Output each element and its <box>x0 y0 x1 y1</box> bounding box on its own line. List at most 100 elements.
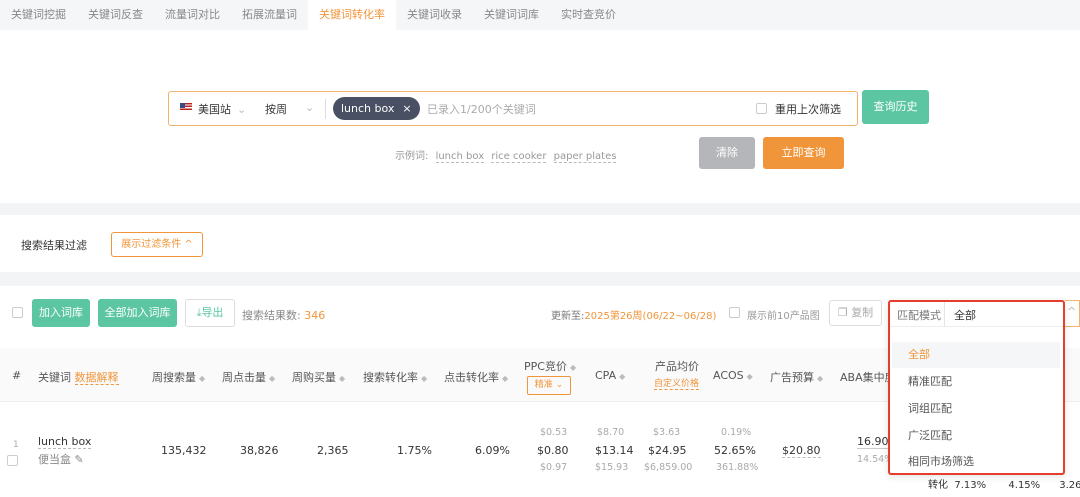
examples-label: 示例词: <box>395 151 429 162</box>
ppc-mode-select[interactable]: 精准 ⌄ <box>527 376 571 395</box>
data-explain-link[interactable]: 数据解释 <box>74 371 119 385</box>
acos-high: 361.88% <box>716 462 759 473</box>
edit-icon[interactable]: ✎ <box>75 453 84 466</box>
match-mode-label: 匹配模式 <box>897 309 941 322</box>
match-mode-dropdown: 匹配模式 全部 全部 精准匹配 词组匹配 广泛匹配 相同市场筛选 <box>888 300 1065 475</box>
tab-expand-traffic[interactable]: 拓展流量词 <box>231 0 308 30</box>
match-mode-select[interactable]: 匹配模式 全部 <box>890 302 1063 327</box>
col-ad-budget[interactable]: 广告预算 ◆ <box>770 369 823 385</box>
cpa-mid: $13.14 <box>595 444 634 457</box>
tab-keyword-mining[interactable]: 关键词挖掘 <box>0 0 77 30</box>
search-box: 美国站 ⌄ 按周 ⌄ lunch box × 已录入1/200个关键词 重用上次筛选 <box>168 91 858 126</box>
keyword-tag: lunch box × <box>333 97 420 120</box>
col-keyword: 关键词 数据解释 <box>38 369 119 385</box>
count-value: 346 <box>304 309 326 322</box>
weekly-search-value: 135,432 <box>161 444 207 457</box>
example-word[interactable]: lunch box <box>435 151 485 163</box>
sort-icon: ◆ <box>199 374 206 383</box>
match-option-exact[interactable]: 精准匹配 <box>892 369 1060 395</box>
sort-icon: ◆ <box>569 363 577 372</box>
query-now-button[interactable]: 立即查询 <box>763 137 844 169</box>
col-weekly-buy[interactable]: 周购买量 ◆ <box>292 369 345 385</box>
export-label: 导出 <box>201 306 224 319</box>
update-label: 更新至: <box>551 311 585 322</box>
ppc-low: $0.53 <box>540 427 568 438</box>
copy-button[interactable]: ❐ 复制 <box>829 300 882 326</box>
col-cpa[interactable]: CPA ◆ <box>595 369 625 382</box>
example-word[interactable]: rice cooker <box>491 151 547 163</box>
show-filter-button[interactable]: 展示过滤条件 ^ <box>111 232 203 257</box>
conv-value: 4.15% <box>1008 480 1041 491</box>
ppc-high: $0.97 <box>540 462 568 473</box>
sort-icon: ◆ <box>502 374 509 383</box>
conv-label: 转化 <box>928 480 948 491</box>
reuse-filter-checkbox[interactable] <box>756 103 767 114</box>
col-label: 周购买量 <box>292 371 336 384</box>
show-filter-label: 展示过滤条件 <box>121 239 182 250</box>
row-checkbox[interactable] <box>7 455 18 466</box>
row-translation: 便当盒 ✎ <box>38 451 84 467</box>
col-label: ACOS <box>713 369 744 382</box>
match-option-same-market[interactable]: 相同市场筛选 <box>892 449 1060 475</box>
row-index: 1 <box>13 440 19 450</box>
weekly-click-value: 38,826 <box>240 444 279 457</box>
show-top10-checkbox[interactable] <box>729 307 740 318</box>
tab-keyword-library[interactable]: 关键词词库 <box>473 0 550 30</box>
keyword-input[interactable]: 已录入1/200个关键词 <box>427 101 536 117</box>
row-keyword[interactable]: lunch box <box>38 435 92 449</box>
conv-value: 7.13% <box>954 480 987 491</box>
custom-price-link[interactable]: 自定义价格 <box>654 376 700 390</box>
add-all-to-library-button[interactable]: 全部加入词库 <box>98 299 177 327</box>
us-flag-icon <box>180 103 192 112</box>
cpa-high: $15.93 <box>595 462 629 473</box>
col-search-cr[interactable]: 搜索转化率 ◆ <box>363 369 427 385</box>
close-icon[interactable]: × <box>402 102 411 115</box>
site-select[interactable]: 美国站 ⌄ <box>198 101 246 117</box>
match-option-broad[interactable]: 广泛匹配 <box>892 423 1060 449</box>
sort-icon: ◆ <box>619 372 626 381</box>
col-keyword-label: 关键词 <box>38 371 71 384</box>
example-word[interactable]: paper plates <box>553 151 617 163</box>
tab-keyword-index[interactable]: 关键词收录 <box>396 0 473 30</box>
conversion-row: 转化 7.13% 4.15% 3.26% <box>928 476 1080 491</box>
tab-traffic-compare[interactable]: 流量词对比 <box>154 0 231 30</box>
col-weekly-click[interactable]: 周点击量 ◆ <box>222 369 275 385</box>
search-cr-value: 1.75% <box>397 444 432 457</box>
cpa-low: $8.70 <box>597 427 625 438</box>
col-weekly-search[interactable]: 周搜索量 ◆ <box>152 369 205 385</box>
copy-label: 复制 <box>851 306 874 319</box>
acos-low: 0.19% <box>721 427 752 438</box>
sort-icon: ◆ <box>421 374 428 383</box>
chevron-up-icon: ^ <box>184 239 193 250</box>
tab-keyword-conversion[interactable]: 关键词转化率 <box>308 0 396 30</box>
col-label: 搜索转化率 <box>363 371 418 384</box>
example-words: 示例词: lunch box rice cooker paper plates <box>395 147 617 163</box>
col-click-cr[interactable]: 点击转化率 ◆ <box>444 369 508 385</box>
add-to-library-button[interactable]: 加入词库 <box>32 299 90 327</box>
tab-keyword-reverse[interactable]: 关键词反查 <box>77 0 154 30</box>
copy-icon: ❐ <box>837 306 848 319</box>
chevron-up-icon: ^ <box>1065 300 1080 327</box>
price-low: $3.63 <box>653 427 681 438</box>
match-option-all[interactable]: 全部 <box>892 342 1060 368</box>
col-label: 广告预算 <box>770 371 814 384</box>
col-label: CPA <box>595 369 617 382</box>
chevron-down-icon: ⌄ <box>237 103 247 116</box>
select-all-checkbox[interactable] <box>12 307 23 318</box>
result-count: 搜索结果数: 346 <box>242 307 325 323</box>
clear-button[interactable]: 清除 <box>699 137 755 169</box>
period-select[interactable]: 按周 ⌄ <box>265 101 323 117</box>
col-ppc[interactable]: PPC竞价 ◆ <box>524 358 576 374</box>
col-label: 周搜索量 <box>152 371 196 384</box>
query-history-button[interactable]: 查询历史 <box>862 90 929 124</box>
site-value: 美国站 <box>198 103 231 116</box>
col-acos[interactable]: ACOS ◆ <box>713 369 753 382</box>
match-mode-value: 全部 <box>954 309 976 322</box>
match-option-phrase[interactable]: 词组匹配 <box>892 396 1060 422</box>
click-cr-value: 6.09% <box>475 444 510 457</box>
col-label: PPC竞价 <box>524 360 567 373</box>
export-button[interactable]: ⤓导出 <box>185 299 235 327</box>
reuse-filter-label: 重用上次筛选 <box>775 103 841 116</box>
tab-realtime-bid[interactable]: 实时查竞价 <box>550 0 627 30</box>
col-avg-price: 产品均价 <box>655 360 699 373</box>
